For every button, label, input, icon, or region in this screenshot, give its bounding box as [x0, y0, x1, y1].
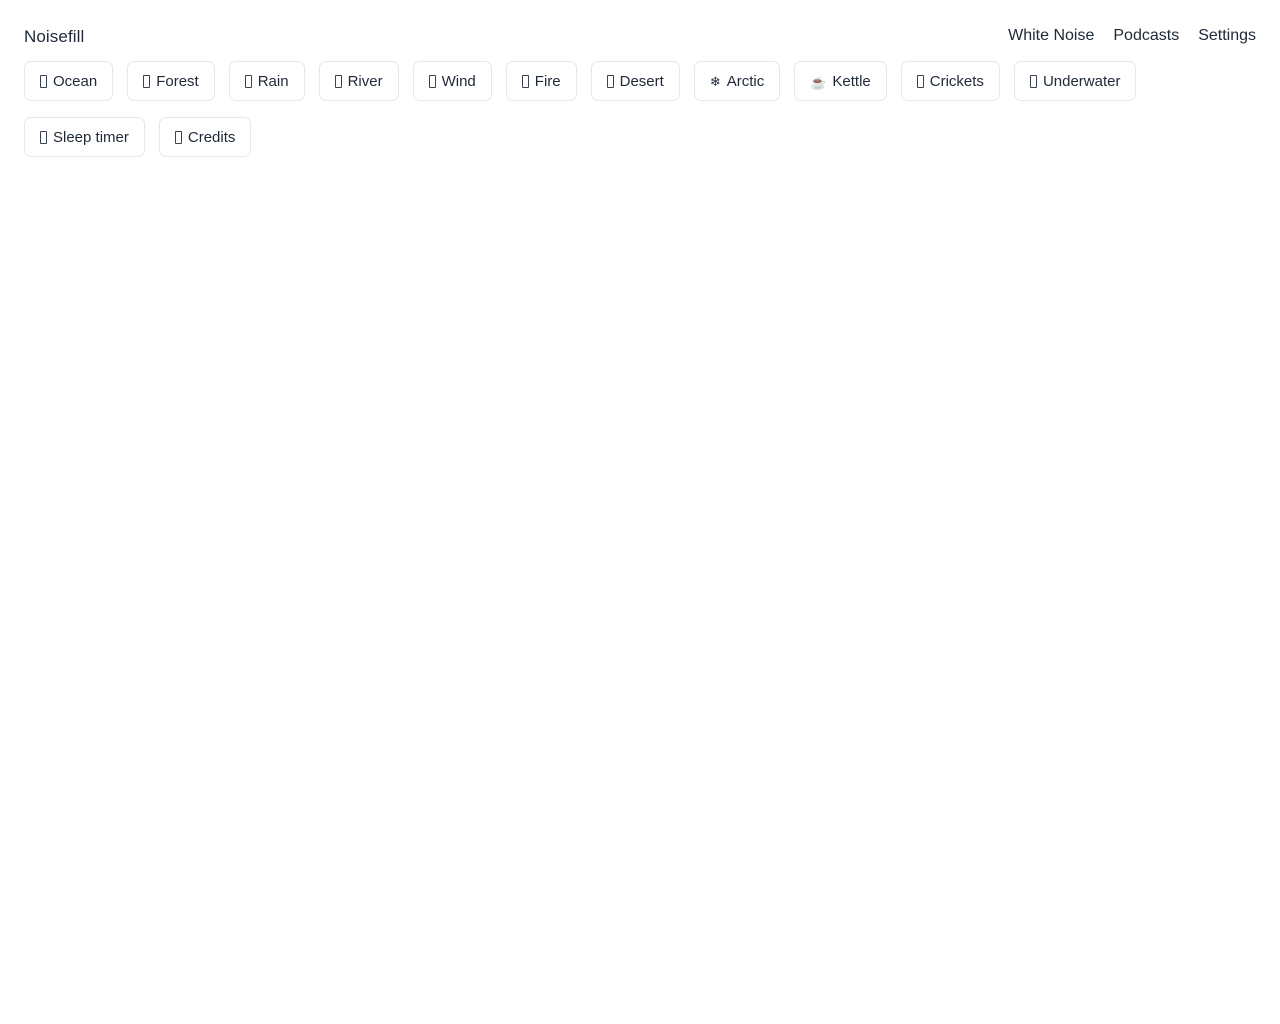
preset-button-fire[interactable]: Fire: [505, 61, 577, 101]
snowflake-icon: ❄: [709, 73, 721, 89]
preset-button-credits[interactable]: Credits: [158, 117, 252, 157]
preset-button-wind[interactable]: Wind: [412, 61, 492, 101]
preset-button-label: Forest: [156, 72, 199, 90]
main-nav: White Noise Podcasts Settings: [1008, 28, 1256, 44]
sound-preset-grid: Ocean Forest Rain River Wind Fire Desert ❄ Arcti…: [24, 61, 1256, 157]
preset-button-crickets[interactable]: Crickets: [900, 61, 1000, 101]
preset-button-label: Arctic: [726, 72, 765, 90]
preset-button-label: Rain: [257, 72, 289, 90]
nav-link-white-noise[interactable]: White Noise: [1008, 28, 1094, 44]
preset-button-desert[interactable]: Desert: [590, 61, 680, 101]
wind-icon: [428, 74, 436, 88]
preset-button-underwater[interactable]: Underwater: [1013, 61, 1137, 101]
ocean-wave-icon: [40, 74, 47, 88]
preset-button-forest[interactable]: Forest: [127, 61, 215, 101]
teapot-icon: ☕: [810, 74, 827, 90]
preset-button-label: Sleep timer: [53, 128, 129, 146]
nav-link-settings[interactable]: Settings: [1198, 28, 1256, 44]
preset-button-label: Credits: [187, 128, 236, 146]
main-content-area: [24, 157, 1256, 977]
preset-button-label: Fire: [534, 72, 561, 90]
cricket-icon: [916, 74, 924, 88]
desert-icon: [606, 74, 614, 88]
preset-button-rain[interactable]: Rain: [228, 61, 305, 101]
app-title: Noisefill: [24, 26, 85, 46]
preset-button-label: Ocean: [53, 72, 98, 90]
tree-icon: [143, 74, 151, 88]
preset-button-label: Kettle: [832, 72, 871, 90]
preset-button-label: River: [347, 72, 383, 90]
preset-button-label: Underwater: [1042, 72, 1121, 90]
timer-icon: [40, 130, 47, 144]
preset-button-ocean[interactable]: Ocean: [24, 61, 114, 101]
river-icon: [334, 74, 342, 88]
credits-icon: [174, 130, 182, 144]
preset-button-kettle[interactable]: ☕ Kettle: [794, 61, 887, 101]
site-header: Noisefill White Noise Podcasts Settings: [24, 0, 1256, 58]
rain-cloud-icon: [244, 74, 252, 88]
preset-button-sleep-timer[interactable]: Sleep timer: [24, 117, 145, 157]
preset-button-label: Crickets: [929, 72, 984, 90]
preset-button-label: Wind: [441, 72, 476, 90]
nav-link-podcasts[interactable]: Podcasts: [1113, 28, 1179, 44]
app-root: Noisefill White Noise Podcasts Settings Oc…: [0, 0, 1280, 1024]
underwater-icon: [1029, 74, 1037, 88]
preset-button-river[interactable]: River: [318, 61, 399, 101]
preset-button-arctic[interactable]: ❄ Arctic: [693, 61, 781, 101]
fire-icon: [521, 74, 529, 88]
preset-button-label: Desert: [619, 72, 664, 90]
